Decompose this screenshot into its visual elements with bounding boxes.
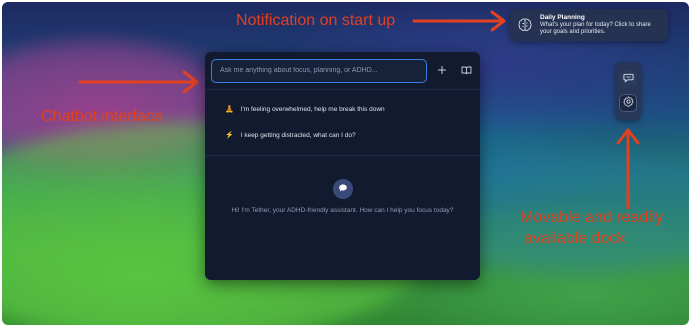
daily-planning-notification[interactable]: Daily Planning What's your plan for toda… [510, 9, 668, 41]
floating-dock[interactable] [615, 62, 641, 120]
suggestion-text: I keep getting distracted, what can I do… [240, 131, 356, 139]
chat-header [205, 52, 480, 90]
new-chat-button[interactable] [435, 63, 451, 79]
library-button[interactable] [458, 63, 474, 79]
meditation-icon: 🧘 [225, 106, 234, 113]
settings-icon [622, 94, 634, 112]
chatbot-window: 🧘 I'm feeling overwhelmed, help me break… [205, 52, 480, 280]
book-icon [461, 62, 472, 80]
chat-bubble-icon [338, 180, 348, 198]
annotation-notification: Notification on start up [236, 12, 396, 29]
annotation-chatbot: Chatbot interface [41, 108, 163, 125]
brain-icon [516, 16, 534, 34]
annotation-dock-line1: Movable and readily [520, 209, 664, 226]
suggestion-overwhelmed[interactable]: 🧘 I'm feeling overwhelmed, help me break… [205, 96, 480, 122]
chat-input[interactable] [211, 58, 427, 83]
dock-settings-button[interactable] [619, 94, 637, 112]
chat-icon [622, 70, 634, 88]
bot-avatar [332, 179, 353, 199]
annotation-dock-line2: available dock [524, 230, 626, 247]
welcome-message: Hi! I'm Tether, your ADHD-friendly assis… [231, 207, 454, 214]
lightning-icon: ⚡ [225, 132, 234, 139]
notification-title: Daily Planning [540, 14, 585, 22]
dock-chat-button[interactable] [619, 70, 637, 88]
suggestion-list: 🧘 I'm feeling overwhelmed, help me break… [205, 90, 480, 156]
suggestion-text: I'm feeling overwhelmed, help me break t… [240, 105, 385, 113]
welcome-section: Hi! I'm Tether, your ADHD-friendly assis… [205, 156, 480, 214]
notification-body: What's your plan for today? Click to sha… [540, 21, 651, 35]
suggestion-distracted[interactable]: ⚡ I keep getting distracted, what can I … [205, 122, 480, 148]
plus-icon [437, 62, 447, 80]
